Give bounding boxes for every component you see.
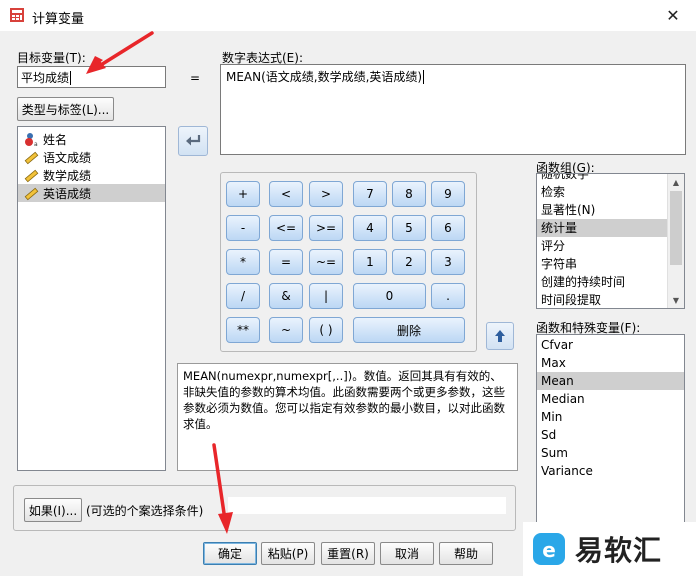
- move-variable-button[interactable]: [178, 126, 208, 156]
- if-button[interactable]: 如果(I)...: [24, 498, 82, 522]
- function-item[interactable]: Max: [537, 354, 684, 372]
- key-or[interactable]: |: [309, 283, 343, 309]
- scroll-down-icon[interactable]: ▼: [668, 292, 684, 308]
- variable-item-name[interactable]: a 姓名: [18, 130, 165, 148]
- expression-value: MEAN(语文成绩,数学成绩,英语成绩): [226, 70, 423, 84]
- function-group-item[interactable]: 检索: [537, 183, 667, 201]
- ok-button[interactable]: 确定: [203, 542, 257, 565]
- string-variable-icon: a: [25, 132, 38, 147]
- watermark: e 易软汇: [523, 522, 696, 576]
- key-parentheses[interactable]: ( ): [309, 317, 343, 343]
- variable-list[interactable]: a 姓名 语文成绩 数学成绩 英语成绩: [17, 126, 166, 471]
- scale-variable-icon: [24, 187, 39, 200]
- function-description: MEAN(numexpr,numexpr[,..])。数值。返回其具有有效的、非…: [177, 363, 518, 471]
- equals-sign: =: [190, 71, 201, 85]
- function-item[interactable]: Sd: [537, 426, 684, 444]
- scroll-thumb[interactable]: [670, 191, 682, 265]
- key-decimal[interactable]: .: [431, 283, 465, 309]
- app-icon: [10, 8, 24, 22]
- function-group-list[interactable]: 随机数字 检索 显著性(N) 统计量 评分 字符串 创建的持续时间 时间段提取 …: [536, 173, 685, 309]
- key-4[interactable]: 4: [353, 215, 387, 241]
- function-item-selected[interactable]: Mean: [537, 372, 684, 390]
- variable-item-english[interactable]: 英语成绩: [18, 184, 165, 202]
- key-delete[interactable]: 删除: [353, 317, 465, 343]
- function-item[interactable]: Sum: [537, 444, 684, 462]
- key-multiply[interactable]: *: [226, 249, 260, 275]
- key-1[interactable]: 1: [353, 249, 387, 275]
- function-item[interactable]: Cfvar: [537, 336, 684, 354]
- condition-field: [228, 497, 506, 514]
- key-less-than[interactable]: <: [269, 181, 303, 207]
- arrow-up-icon: [495, 330, 505, 342]
- function-group-item[interactable]: 字符串: [537, 255, 667, 273]
- scroll-up-icon[interactable]: ▲: [668, 174, 684, 190]
- key-power[interactable]: **: [226, 317, 260, 343]
- insert-function-button[interactable]: [486, 322, 514, 350]
- key-not[interactable]: ~: [269, 317, 303, 343]
- key-divide[interactable]: /: [226, 283, 260, 309]
- function-group-item[interactable]: 创建的持续时间: [537, 273, 667, 291]
- scale-variable-icon: [24, 169, 39, 182]
- key-minus[interactable]: -: [226, 215, 260, 241]
- title-bar: 计算变量 ✕: [0, 0, 696, 31]
- variable-item-math[interactable]: 数学成绩: [18, 166, 165, 184]
- key-greater-than[interactable]: >: [309, 181, 343, 207]
- paste-button[interactable]: 粘贴(P): [261, 542, 315, 565]
- window-title: 计算变量: [32, 12, 85, 27]
- key-greater-equal[interactable]: >=: [309, 215, 343, 241]
- function-group-item[interactable]: 时间段提取: [537, 291, 667, 308]
- scale-variable-icon: [24, 151, 39, 164]
- key-and[interactable]: &: [269, 283, 303, 309]
- key-8[interactable]: 8: [392, 181, 426, 207]
- reset-button[interactable]: 重置(R): [321, 542, 375, 565]
- key-3[interactable]: 3: [431, 249, 465, 275]
- key-not-equal[interactable]: ~=: [309, 249, 343, 275]
- svg-text:a: a: [34, 141, 38, 147]
- target-variable-input[interactable]: 平均成绩: [17, 66, 166, 88]
- return-arrow-icon: [186, 135, 201, 146]
- target-variable-label: 目标变量(T):: [17, 51, 86, 65]
- key-9[interactable]: 9: [431, 181, 465, 207]
- cancel-button[interactable]: 取消: [380, 542, 434, 565]
- key-0[interactable]: 0: [353, 283, 426, 309]
- condition-text: (可选的个案选择条件): [86, 504, 204, 518]
- close-icon: ✕: [666, 6, 680, 25]
- key-6[interactable]: 6: [431, 215, 465, 241]
- type-and-label-button[interactable]: 类型与标签(L)...: [17, 97, 114, 121]
- function-group-item[interactable]: 随机数字: [537, 174, 667, 183]
- close-button[interactable]: ✕: [650, 0, 696, 31]
- watermark-text: 易软汇: [575, 534, 663, 567]
- svg-text:e: e: [542, 538, 556, 562]
- function-item[interactable]: Variance: [537, 462, 684, 480]
- key-2[interactable]: 2: [392, 249, 426, 275]
- function-group-item[interactable]: 显著性(N): [537, 201, 667, 219]
- target-variable-value: 平均成绩: [21, 71, 70, 85]
- variable-item-chinese[interactable]: 语文成绩: [18, 148, 165, 166]
- function-group-item[interactable]: 评分: [537, 237, 667, 255]
- expression-textarea[interactable]: MEAN(语文成绩,数学成绩,英语成绩): [220, 64, 686, 155]
- key-plus[interactable]: +: [226, 181, 260, 207]
- function-group-item-selected[interactable]: 统计量: [537, 219, 667, 237]
- function-group-scrollbar[interactable]: ▲ ▼: [667, 174, 684, 308]
- function-item[interactable]: Median: [537, 390, 684, 408]
- function-item[interactable]: Min: [537, 408, 684, 426]
- key-less-equal[interactable]: <=: [269, 215, 303, 241]
- key-equals[interactable]: =: [269, 249, 303, 275]
- key-7[interactable]: 7: [353, 181, 387, 207]
- brand-logo-icon: e: [533, 533, 565, 565]
- help-button[interactable]: 帮助: [439, 542, 493, 565]
- key-5[interactable]: 5: [392, 215, 426, 241]
